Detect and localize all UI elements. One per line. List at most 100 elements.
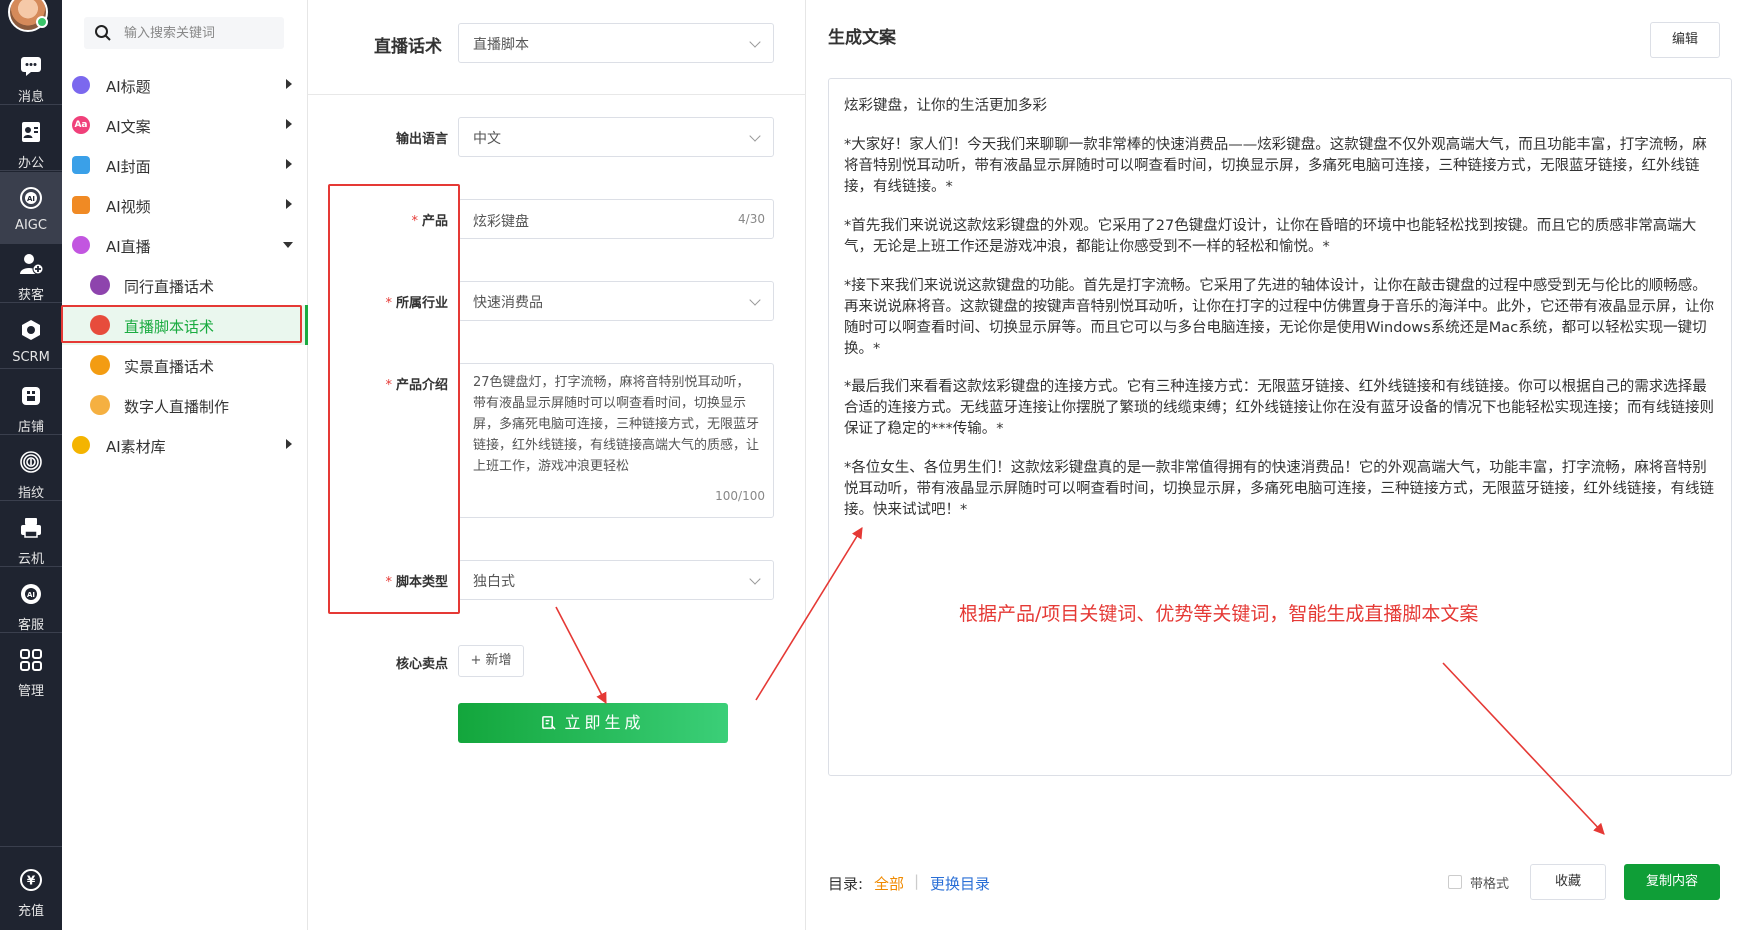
online-status-dot <box>36 16 48 28</box>
select-value: 独白式 <box>473 574 515 590</box>
directory-label: 目录: <box>828 875 864 893</box>
submenu-item-peer-live-script[interactable]: 同行直播话术 <box>62 265 308 305</box>
generated-paragraph: *大家好！家人们！今天我们来聊聊一款非常棒的快速消费品——炫彩键盘。这款键盘不仅… <box>844 137 1707 195</box>
rail-item-recharge[interactable]: ¥ 充值 <box>0 860 62 930</box>
grid-icon <box>20 649 42 671</box>
chevron-down-icon <box>749 573 761 585</box>
generated-text-box[interactable]: 炫彩键盘，让你的生活更加多彩 *大家好！家人们！今天我们来聊聊一款非常棒的快速消… <box>828 78 1732 776</box>
selling-points-label: 核心卖点 <box>395 657 448 672</box>
rail-item-message[interactable]: 消息 <box>0 40 62 112</box>
support-icon: AI <box>21 584 41 604</box>
intro-label: * 产品介绍 <box>385 378 448 393</box>
rail-item-support[interactable]: AI 客服 <box>0 568 62 640</box>
mic-icon <box>90 275 110 295</box>
rail-label: 客服 <box>17 618 44 633</box>
rail-item-aigc[interactable]: AI AIGC <box>0 172 62 244</box>
menu-item-ai-library[interactable]: AI素材库 <box>62 425 308 465</box>
generated-paragraph: *最后我们来看看这款炫彩键盘的连接方式。它有三种连接方式：无限蓝牙链接、红外线链… <box>844 379 1714 437</box>
input-value: 炫彩键盘 <box>473 214 529 230</box>
edit-button[interactable]: 编辑 <box>1650 22 1720 58</box>
copy-content-button[interactable]: 复制内容 <box>1624 864 1720 900</box>
title-icon <box>72 76 90 94</box>
submenu-item-label: 实景直播话术 <box>124 358 215 376</box>
menu-item-label: AI素材库 <box>106 438 166 456</box>
chevron-down-icon <box>749 36 761 48</box>
result-panel: 生成文案 编辑 炫彩键盘，让你的生活更加多彩 *大家好！家人们！今天我们来聊聊一… <box>806 0 1747 930</box>
rail-label: 管理 <box>17 684 44 699</box>
scrm-icon <box>22 320 40 340</box>
menu-item-ai-video[interactable]: AI视频 <box>62 185 308 225</box>
yuan-coin-icon: ¥ <box>20 869 42 891</box>
app-rail: 消息 办公 AI AIGC 获客 SCRM 店铺 指纹 云机 AI 客服 管理 <box>0 0 62 930</box>
rail-item-fingerprint[interactable]: 指纹 <box>0 436 62 508</box>
rail-label: 消息 <box>17 90 44 105</box>
rail-item-office[interactable]: 办公 <box>0 106 62 178</box>
menu-item-ai-cover[interactable]: AI封面 <box>62 145 308 185</box>
submenu-item-label: 同行直播话术 <box>124 278 215 296</box>
rail-item-cloud-phone[interactable]: 云机 <box>0 502 62 574</box>
script-mode-select[interactable]: 直播脚本 <box>458 23 774 63</box>
rail-item-store[interactable]: 店铺 <box>0 370 62 442</box>
submenu-item-digital-human[interactable]: 数字人直播制作 <box>62 385 308 425</box>
directory-all-link[interactable]: 全部 <box>874 873 904 894</box>
rail-label: 充值 <box>17 904 44 919</box>
menu-item-label: AI文案 <box>106 118 151 136</box>
format-checkbox[interactable] <box>1448 875 1462 889</box>
script-type-select[interactable]: 独白式 <box>458 560 774 600</box>
rail-label: 办公 <box>17 156 44 171</box>
generated-paragraph: *各位女生、各位男生们！这款炫彩键盘真的是一款非常值得拥有的快速消费品！它的外观… <box>844 460 1714 518</box>
product-input[interactable]: 炫彩键盘 4/30 <box>458 199 774 239</box>
svg-text:¥: ¥ <box>27 874 36 888</box>
language-select[interactable]: 中文 <box>458 117 774 157</box>
script-form: 直播话术 直播脚本 输出语言 中文 * 产品 炫彩键盘 4/30 * 所属行业 快速… <box>308 0 806 930</box>
user-avatar[interactable] <box>8 0 48 32</box>
intro-textarea[interactable]: 27色键盘灯，打字流畅，麻将音特别悦耳动听，带有液晶显示屏随时可以啊查看时间，切… <box>458 363 774 518</box>
submenu-item-live-script[interactable]: 直播脚本话术 <box>62 305 308 345</box>
cover-image-icon <box>72 156 90 174</box>
store-icon <box>22 387 40 405</box>
menu-item-ai-live[interactable]: AI直播 <box>62 225 308 265</box>
script-type-label: * 脚本类型 <box>385 575 448 590</box>
directory-separator: | <box>914 872 920 890</box>
rail-label: 店铺 <box>17 420 44 435</box>
library-icon <box>72 436 90 454</box>
aigc-icon: AI <box>20 187 42 209</box>
menu-item-label: AI直播 <box>106 238 151 256</box>
generated-paragraph: *接下来我们来说说这款键盘的功能。首先是打字流畅。它采用了先进的轴体设计，让你在… <box>844 278 1714 357</box>
industry-label: * 所属行业 <box>385 296 448 311</box>
aigc-menu: AI标题 Aa AI文案 AI封面 AI视频 AI直播 同行直播话术 直播脚本话… <box>62 0 308 930</box>
fingerprint-icon <box>20 451 42 473</box>
menu-item-ai-copy[interactable]: Aa AI文案 <box>62 105 308 145</box>
rail-label: AIGC <box>15 218 47 233</box>
generate-button[interactable]: 立即生成 <box>458 703 728 743</box>
search-input[interactable] <box>124 17 274 49</box>
svg-text:AI: AI <box>27 591 35 599</box>
rail-label: 获客 <box>17 288 44 303</box>
add-selling-point-button[interactable]: + 新增 <box>458 645 524 677</box>
search-icon <box>95 25 111 41</box>
char-counter: 100/100 <box>715 489 765 503</box>
select-value: 快速消费品 <box>473 295 543 311</box>
rail-item-manage[interactable]: 管理 <box>0 634 62 706</box>
chevron-down-icon <box>749 130 761 142</box>
generate-icon <box>542 716 557 730</box>
generated-paragraph: *首先我们来说说这款炫彩键盘的外观。它采用了27色键盘灯设计，让你在昏暗的环境中… <box>844 218 1697 255</box>
favorite-button[interactable]: 收藏 <box>1530 864 1606 900</box>
rail-item-scrm[interactable]: SCRM <box>0 304 62 376</box>
menu-item-label: AI封面 <box>106 158 151 176</box>
change-directory-link[interactable]: 更换目录 <box>930 873 990 894</box>
video-icon <box>72 196 90 214</box>
caret-right-icon <box>286 159 292 169</box>
live-stream-icon <box>72 236 90 254</box>
caret-right-icon <box>286 79 292 89</box>
submenu-item-scene-live-script[interactable]: 实景直播话术 <box>62 345 308 385</box>
char-counter: 4/30 <box>738 212 765 226</box>
svg-text:AI: AI <box>27 195 35 203</box>
rail-label: SCRM <box>12 350 50 365</box>
live-scene-icon <box>90 355 110 375</box>
industry-select[interactable]: 快速消费品 <box>458 281 774 321</box>
rail-item-acquire[interactable]: 获客 <box>0 238 62 310</box>
product-label: * 产品 <box>411 214 448 229</box>
menu-item-ai-title[interactable]: AI标题 <box>62 65 308 105</box>
caret-down-icon <box>283 242 293 248</box>
